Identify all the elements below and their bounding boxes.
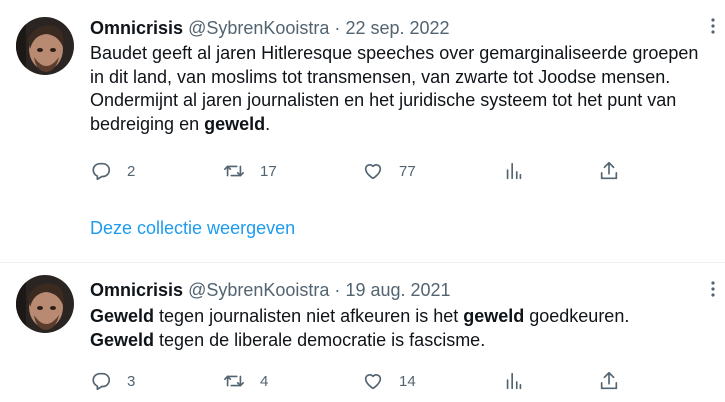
retweet-icon (224, 165, 244, 177)
tweet[interactable]: Omnicrisis @SybrenKooistra · 22 sep. 202… (0, 0, 725, 262)
separator: · (334, 280, 341, 300)
retweet-count: 17 (260, 162, 277, 180)
avatar[interactable] (16, 17, 74, 75)
reply-count: 3 (127, 372, 136, 390)
share-icon (600, 371, 618, 390)
separator: · (334, 18, 341, 38)
retweet-count: 4 (260, 372, 269, 390)
avatar[interactable] (16, 275, 74, 333)
text-line: Geweld tegen journalisten niet afkeuren … (90, 306, 630, 326)
reply-button[interactable]: 3 (90, 369, 135, 393)
retweet-button[interactable]: 17 (223, 159, 277, 183)
retweet-icon (224, 375, 244, 387)
tweet-actions: 2 17 77 (90, 159, 630, 183)
tweet-text: Baudet geeft al jaren Hitleresque speech… (90, 43, 699, 134)
tweet-header: Omnicrisis @SybrenKooistra · 19 aug. 202… (90, 279, 451, 301)
highlight: Geweld (90, 329, 155, 350)
highlight: geweld (204, 113, 266, 134)
heart-icon (364, 374, 382, 390)
tweet[interactable]: Omnicrisis @SybrenKooistra · 19 aug. 202… (0, 262, 725, 402)
views-button[interactable] (503, 159, 525, 183)
share-icon (600, 161, 618, 180)
tweet-date[interactable]: 22 sep. 2022 (345, 18, 449, 38)
analytics-icon (506, 372, 522, 390)
reply-icon (92, 162, 111, 181)
like-count: 14 (399, 372, 416, 390)
highlight: geweld (463, 306, 525, 326)
share-button[interactable] (598, 369, 620, 393)
author-name[interactable]: Omnicrisis (90, 280, 183, 300)
analytics-icon (506, 162, 522, 180)
retweet-button[interactable]: 4 (223, 369, 268, 393)
tweet-header: Omnicrisis @SybrenKooistra · 22 sep. 202… (90, 17, 450, 39)
reply-count: 2 (127, 162, 136, 180)
more-icon[interactable] (705, 279, 721, 299)
tweet-text: Geweld tegen journalisten niet afkeuren … (90, 305, 715, 352)
more-icon[interactable] (705, 16, 721, 36)
author-handle[interactable]: @SybrenKooistra (188, 280, 329, 300)
tweet-actions: 3 4 14 (90, 369, 630, 393)
views-button[interactable] (503, 369, 525, 393)
like-button[interactable]: 14 (362, 369, 416, 393)
heart-icon (364, 164, 382, 180)
reply-button[interactable]: 2 (90, 159, 135, 183)
like-button[interactable]: 77 (362, 159, 416, 183)
view-collection-link[interactable]: Deze collectie weergeven (90, 218, 295, 239)
highlight: Geweld (90, 306, 155, 326)
like-count: 77 (399, 162, 416, 180)
author-name[interactable]: Omnicrisis (90, 18, 183, 38)
text-line: Geweld tegen de liberale democratie is f… (90, 329, 486, 350)
tweet-date[interactable]: 19 aug. 2021 (345, 280, 450, 300)
share-button[interactable] (598, 159, 620, 183)
author-handle[interactable]: @SybrenKooistra (188, 18, 329, 38)
reply-icon (92, 372, 111, 391)
